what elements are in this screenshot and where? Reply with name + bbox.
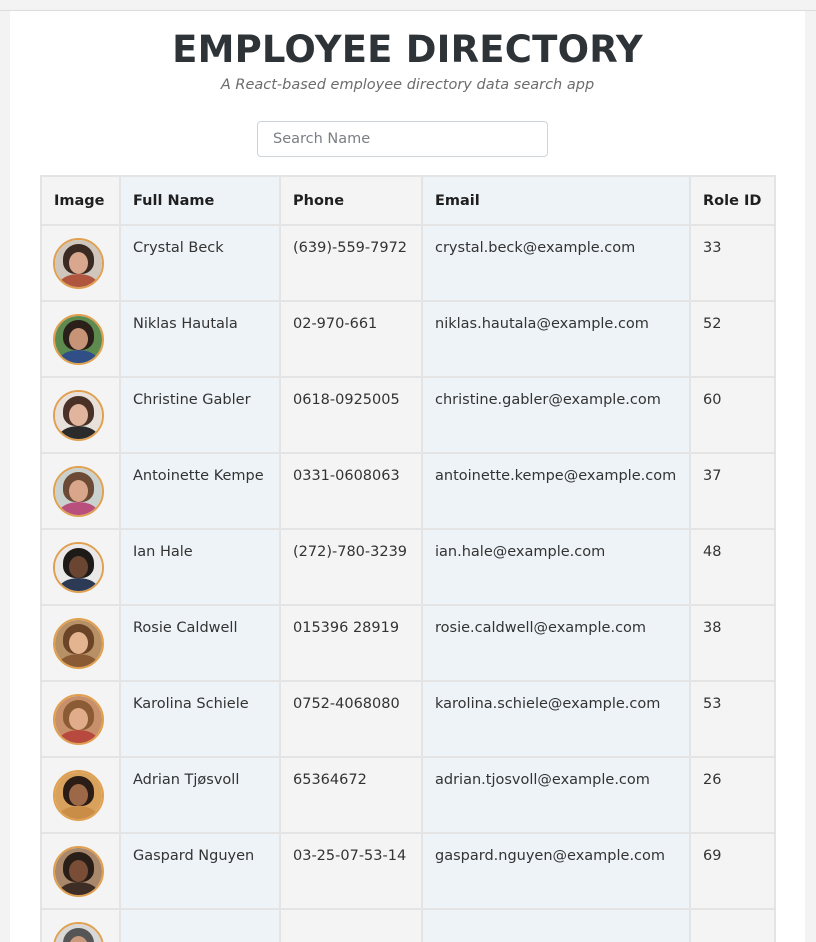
image-cell [40, 832, 121, 910]
email-cell [421, 908, 691, 942]
image-cell [40, 300, 121, 378]
email-cell: karolina.schiele@example.com [421, 680, 691, 758]
phone-cell [279, 908, 423, 942]
role-id-cell: 52 [689, 300, 776, 378]
full-name-cell: Antoinette Kempe [119, 452, 281, 530]
table-row: Gaspard Nguyen 03-25-07-53-14 gaspard.nguy… [40, 832, 776, 910]
avatar [53, 465, 104, 517]
table-row: Ian Hale (272)-780-3239 ian.hale@example.c… [40, 528, 776, 606]
full-name-cell: Ian Hale [119, 528, 281, 606]
table-row: Crystal Beck (639)-559-7972 crystal.beck@e… [40, 224, 776, 302]
avatar [53, 921, 104, 942]
employee-table: Image Full Name Phone Email Role ID Crys… [40, 175, 776, 942]
phone-cell: 015396 28919 [279, 604, 423, 682]
table-row [40, 908, 776, 942]
phone-cell: 65364672 [279, 756, 423, 834]
role-id-cell: 38 [689, 604, 776, 682]
full-name-cell: Rosie Caldwell [119, 604, 281, 682]
role-id-cell: 37 [689, 452, 776, 530]
role-id-cell: 60 [689, 376, 776, 454]
header-email[interactable]: Email [421, 175, 691, 226]
phone-cell: (272)-780-3239 [279, 528, 423, 606]
avatar [53, 313, 104, 365]
full-name-cell: Christine Gabler [119, 376, 281, 454]
full-name-cell: Niklas Hautala [119, 300, 281, 378]
avatar [53, 769, 104, 821]
email-cell: adrian.tjosvoll@example.com [421, 756, 691, 834]
header-image[interactable]: Image [40, 175, 121, 226]
image-cell [40, 528, 121, 606]
role-id-cell: 26 [689, 756, 776, 834]
table-row: Rosie Caldwell 015396 28919 rosie.caldwell… [40, 604, 776, 682]
email-cell: antoinette.kempe@example.com [421, 452, 691, 530]
avatar [53, 617, 104, 669]
email-cell: crystal.beck@example.com [421, 224, 691, 302]
phone-cell: 02-970-661 [279, 300, 423, 378]
email-cell: rosie.caldwell@example.com [421, 604, 691, 682]
header-full-name[interactable]: Full Name [119, 175, 281, 226]
avatar [53, 389, 104, 441]
header-phone[interactable]: Phone [279, 175, 423, 226]
email-cell: christine.gabler@example.com [421, 376, 691, 454]
image-cell [40, 376, 121, 454]
phone-cell: 0331-0608063 [279, 452, 423, 530]
avatar [53, 845, 104, 897]
phone-cell: (639)-559-7972 [279, 224, 423, 302]
email-cell: niklas.hautala@example.com [421, 300, 691, 378]
avatar [53, 541, 104, 593]
page-title: EMPLOYEE DIRECTORY [172, 28, 643, 71]
role-id-cell [689, 908, 776, 942]
role-id-cell: 69 [689, 832, 776, 910]
table-row: Adrian Tjøsvoll 65364672 adrian.tjosvoll@e… [40, 756, 776, 834]
image-cell [40, 604, 121, 682]
full-name-cell [119, 908, 281, 942]
full-name-cell: Crystal Beck [119, 224, 281, 302]
image-cell [40, 452, 121, 530]
app-container: EMPLOYEE DIRECTORY A React-based employe… [10, 11, 805, 942]
table-row: Niklas Hautala 02-970-661 niklas.hautala@e… [40, 300, 776, 378]
header-role-id[interactable]: Role ID [689, 175, 776, 226]
avatar [53, 693, 104, 745]
phone-cell: 03-25-07-53-14 [279, 832, 423, 910]
table-row: Christine Gabler 0618-0925005 christine.ga… [40, 376, 776, 454]
email-cell: ian.hale@example.com [421, 528, 691, 606]
role-id-cell: 33 [689, 224, 776, 302]
full-name-cell: Gaspard Nguyen [119, 832, 281, 910]
table-row: Karolina Schiele 0752-4068080 karolina.sch… [40, 680, 776, 758]
email-cell: gaspard.nguyen@example.com [421, 832, 691, 910]
table-header-row: Image Full Name Phone Email Role ID [40, 175, 776, 226]
page-subtitle: A React-based employee directory data se… [220, 77, 595, 93]
image-cell [40, 680, 121, 758]
image-cell [40, 908, 121, 942]
table-body: Crystal Beck (639)-559-7972 crystal.beck@e… [40, 224, 776, 942]
role-id-cell: 53 [689, 680, 776, 758]
image-cell [40, 756, 121, 834]
full-name-cell: Karolina Schiele [119, 680, 281, 758]
full-name-cell: Adrian Tjøsvoll [119, 756, 281, 834]
phone-cell: 0618-0925005 [279, 376, 423, 454]
phone-cell: 0752-4068080 [279, 680, 423, 758]
search-name-input[interactable] [257, 121, 548, 157]
table-row: Antoinette Kempe 0331-0608063 antoinette.k… [40, 452, 776, 530]
avatar [53, 237, 104, 289]
role-id-cell: 48 [689, 528, 776, 606]
image-cell [40, 224, 121, 302]
